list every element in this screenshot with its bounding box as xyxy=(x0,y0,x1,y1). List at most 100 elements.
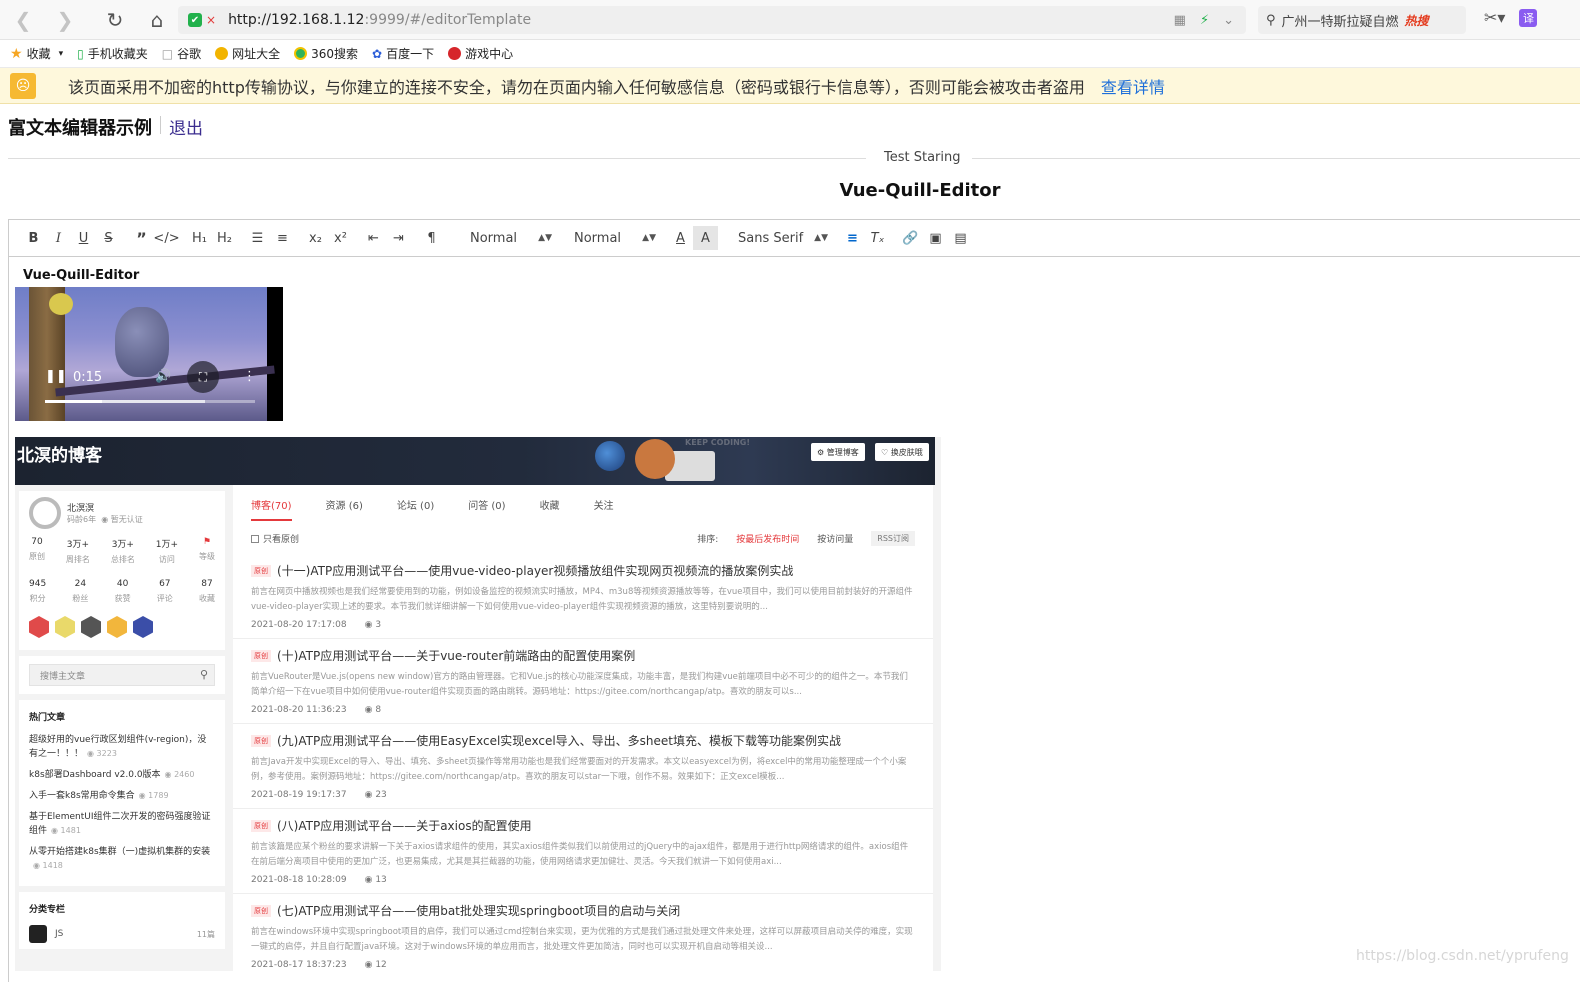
video-icon[interactable]: ▤ xyxy=(948,226,973,250)
qr-code-icon[interactable]: ▦ xyxy=(1174,13,1186,28)
divider-left xyxy=(8,158,866,159)
bookmark-google[interactable]: □ 谷歌 xyxy=(162,45,201,62)
blog-article-list: 博客(70) 资源 (6) 论坛 (0) 问答 (0) 收藏 关注 只看原创 排… xyxy=(233,485,933,971)
article-item: 原创 (八)ATP应用测试平台——关于axios的配置使用 前言该篇是应某个粉丝的… xyxy=(233,809,933,894)
scissors-icon[interactable]: ✂▾ xyxy=(1484,8,1505,27)
header-separator xyxy=(160,116,161,134)
article-item: 原创 (十)ATP应用测试平台——关于vue-router前端路由的配置使用案例 … xyxy=(233,639,933,724)
hot-article: 基于ElementUI组件二次开发的密码强度验证组件 ◉ 1481 xyxy=(29,812,211,836)
clean-icon[interactable]: Tₓ xyxy=(865,226,890,250)
indent-icon[interactable]: ⇥ xyxy=(386,226,411,250)
bookmark-360[interactable]: 360搜索 xyxy=(294,45,358,62)
article-item: 原创 (七)ATP应用测试平台——使用bat批处理实现springboot项目的启… xyxy=(233,894,933,971)
js-category-icon xyxy=(29,925,47,943)
browser-search-box[interactable]: ⚲ 广州一特斯拉疑自燃 热搜 xyxy=(1258,6,1466,34)
italic-icon[interactable]: I xyxy=(46,226,71,250)
bookmark-mobile[interactable]: ▯ 手机收藏夹 xyxy=(77,45,148,62)
blockquote-icon[interactable]: ” xyxy=(129,226,154,250)
pause-icon[interactable]: ❚❚ xyxy=(45,369,67,384)
blog-tabs: 博客(70) 资源 (6) 论坛 (0) 问答 (0) 收藏 关注 xyxy=(233,485,933,521)
cert-icon: ◉ xyxy=(101,515,109,524)
h1-icon[interactable]: H₁ xyxy=(187,226,212,250)
hot-article: 超级好用的vue行政区划组件(v-region)，没有之一！！！ ◉ 3223 xyxy=(29,735,207,759)
bookmark-favorites[interactable]: ★ 收藏 ▾ xyxy=(10,45,63,62)
badge-icon xyxy=(133,616,153,638)
underline-icon[interactable]: U xyxy=(71,226,96,250)
logout-link[interactable]: 退出 xyxy=(169,114,203,139)
hot-search-label: 热搜 xyxy=(1404,13,1429,28)
article-item: 原创 (九)ATP应用测试平台——使用EasyExcel实现excel导入、导出、… xyxy=(233,724,933,809)
video-progress-bar[interactable] xyxy=(45,400,255,403)
hot-article: 从零开始搭建k8s集群（一)虚拟机集群的安装◉ 1418 xyxy=(29,847,211,870)
badge-icon xyxy=(81,616,101,638)
chevron-down-icon[interactable]: ⌄ xyxy=(1223,13,1234,28)
achievement-badges xyxy=(29,616,215,638)
csdn-watermark: https://blog.csdn.net/yprufeng xyxy=(1356,948,1569,964)
back-button[interactable]: ❮ xyxy=(4,1,42,39)
dropdown-arrow-icon: ▾ xyxy=(58,48,64,59)
badge-icon xyxy=(107,616,127,638)
subscript-icon[interactable]: x₂ xyxy=(303,226,328,250)
bookmark-sites[interactable]: 网址大全 xyxy=(215,45,280,62)
badge-icon xyxy=(55,616,75,638)
keep-coding-text: KEEP CODING! xyxy=(685,438,750,447)
url-path: :9999/#/editorTemplate xyxy=(364,12,532,28)
page-header: 富文本编辑器示例 退出 xyxy=(8,114,203,140)
video-time: 0:15 xyxy=(73,370,103,385)
bookmark-games[interactable]: 游戏中心 xyxy=(448,45,513,62)
volume-icon[interactable]: 🔊 xyxy=(155,369,171,384)
select-arrows-icon: ▲▼ xyxy=(814,233,828,243)
address-bar[interactable]: ✔ × http://192.168.1.12:9999/#/editorTem… xyxy=(178,6,1246,34)
blog-sidebar: 北溟溟 码龄6年 ◉ 暂无认证 70 原创 3万+ 周排名 3万+ 总排名 1万+ 访问… xyxy=(19,491,225,955)
content-heading: Vue-Quill-Editor xyxy=(23,268,140,283)
strike-icon[interactable]: S xyxy=(96,226,121,250)
editor-content[interactable]: Vue-Quill-Editor xyxy=(23,268,139,283)
page-icon: □ xyxy=(161,46,174,61)
sites-icon xyxy=(215,47,229,60)
baidu-icon: ✿ xyxy=(372,46,383,61)
reload-button[interactable]: ↻ xyxy=(96,1,134,39)
font-select[interactable]: Sans Serif ▲▼ xyxy=(734,231,832,246)
rtl-icon[interactable]: ¶ xyxy=(419,226,444,250)
profile-card: 北溟溟 码龄6年 ◉ 暂无认证 70 原创 3万+ 周排名 3万+ 总排名 1万+ 访问… xyxy=(19,491,225,650)
view-details-link[interactable]: 查看详情 xyxy=(1101,74,1165,98)
bolt-icon[interactable]: ⚡ xyxy=(1200,13,1209,28)
home-button[interactable]: ⌂ xyxy=(138,1,176,39)
bold-icon[interactable]: B xyxy=(21,226,46,250)
image-icon[interactable]: ▣ xyxy=(923,226,948,250)
code-block-icon[interactable]: </> xyxy=(153,226,179,250)
url-host: http://192.168.1.12 xyxy=(228,12,365,28)
embedded-video[interactable]: ❚❚ 0:15 🔊 ⛶ ⋮ xyxy=(15,287,283,421)
shield-icon: ✔ xyxy=(188,13,202,27)
blog-title: 北溟的博客 xyxy=(17,446,102,466)
translate-extension-icon[interactable]: 译 xyxy=(1519,8,1538,27)
superscript-icon[interactable]: x² xyxy=(328,226,353,250)
font-color-icon[interactable]: A xyxy=(668,226,693,250)
size-select[interactable]: Normal ▲▼ xyxy=(570,231,660,246)
fullscreen-icon[interactable]: ⛶ xyxy=(187,361,219,393)
bookmarks-bar: ★ 收藏 ▾ ▯ 手机收藏夹 □ 谷歌 网址大全 360搜索 ✿ 百度一下 游戏… xyxy=(0,40,1580,68)
align-icon[interactable]: ≡ xyxy=(840,226,865,250)
360-icon xyxy=(294,47,308,60)
stats-row-1: 70 原创 3万+ 周排名 3万+ 总排名 1万+ 访问 ⚑ 等级 xyxy=(29,537,215,564)
profile-avatar xyxy=(29,497,61,529)
hot-article: k8s部署Dashboard v2.0.0版本 ◉ 2460 xyxy=(29,770,195,780)
bookmark-baidu[interactable]: ✿ 百度一下 xyxy=(372,45,434,62)
checkbox-icon xyxy=(251,534,259,543)
h2-icon[interactable]: H₂ xyxy=(212,226,237,250)
editor-toolbar: B I U S ” </> H₁ H₂ ☰ ≡ x₂ x² ⇤ ⇥ ¶ Norm… xyxy=(9,220,1580,257)
ordered-list-icon[interactable]: ☰ xyxy=(245,226,270,250)
divider-text: Test Staring xyxy=(884,150,961,165)
category-card: 分类专栏 JS 11篇 xyxy=(19,892,225,949)
more-options-icon[interactable]: ⋮ xyxy=(243,369,256,384)
blog-banner: 北溟的博客 KEEP CODING! ⚙ 管理博客 ♡ 换皮肤哦 xyxy=(15,437,935,485)
link-icon[interactable]: 🔗 xyxy=(898,226,923,250)
background-color-icon[interactable]: A xyxy=(693,226,718,250)
bullet-list-icon[interactable]: ≡ xyxy=(270,226,295,250)
header-select[interactable]: Normal ▲▼ xyxy=(466,231,556,246)
forward-button[interactable]: ❯ xyxy=(46,1,84,39)
insecure-icon[interactable]: × xyxy=(206,13,216,27)
video-controls: ❚❚ 0:15 🔊 ⛶ ⋮ xyxy=(15,361,283,393)
outdent-icon[interactable]: ⇤ xyxy=(361,226,386,250)
search-icon: ⚲ xyxy=(199,668,208,681)
